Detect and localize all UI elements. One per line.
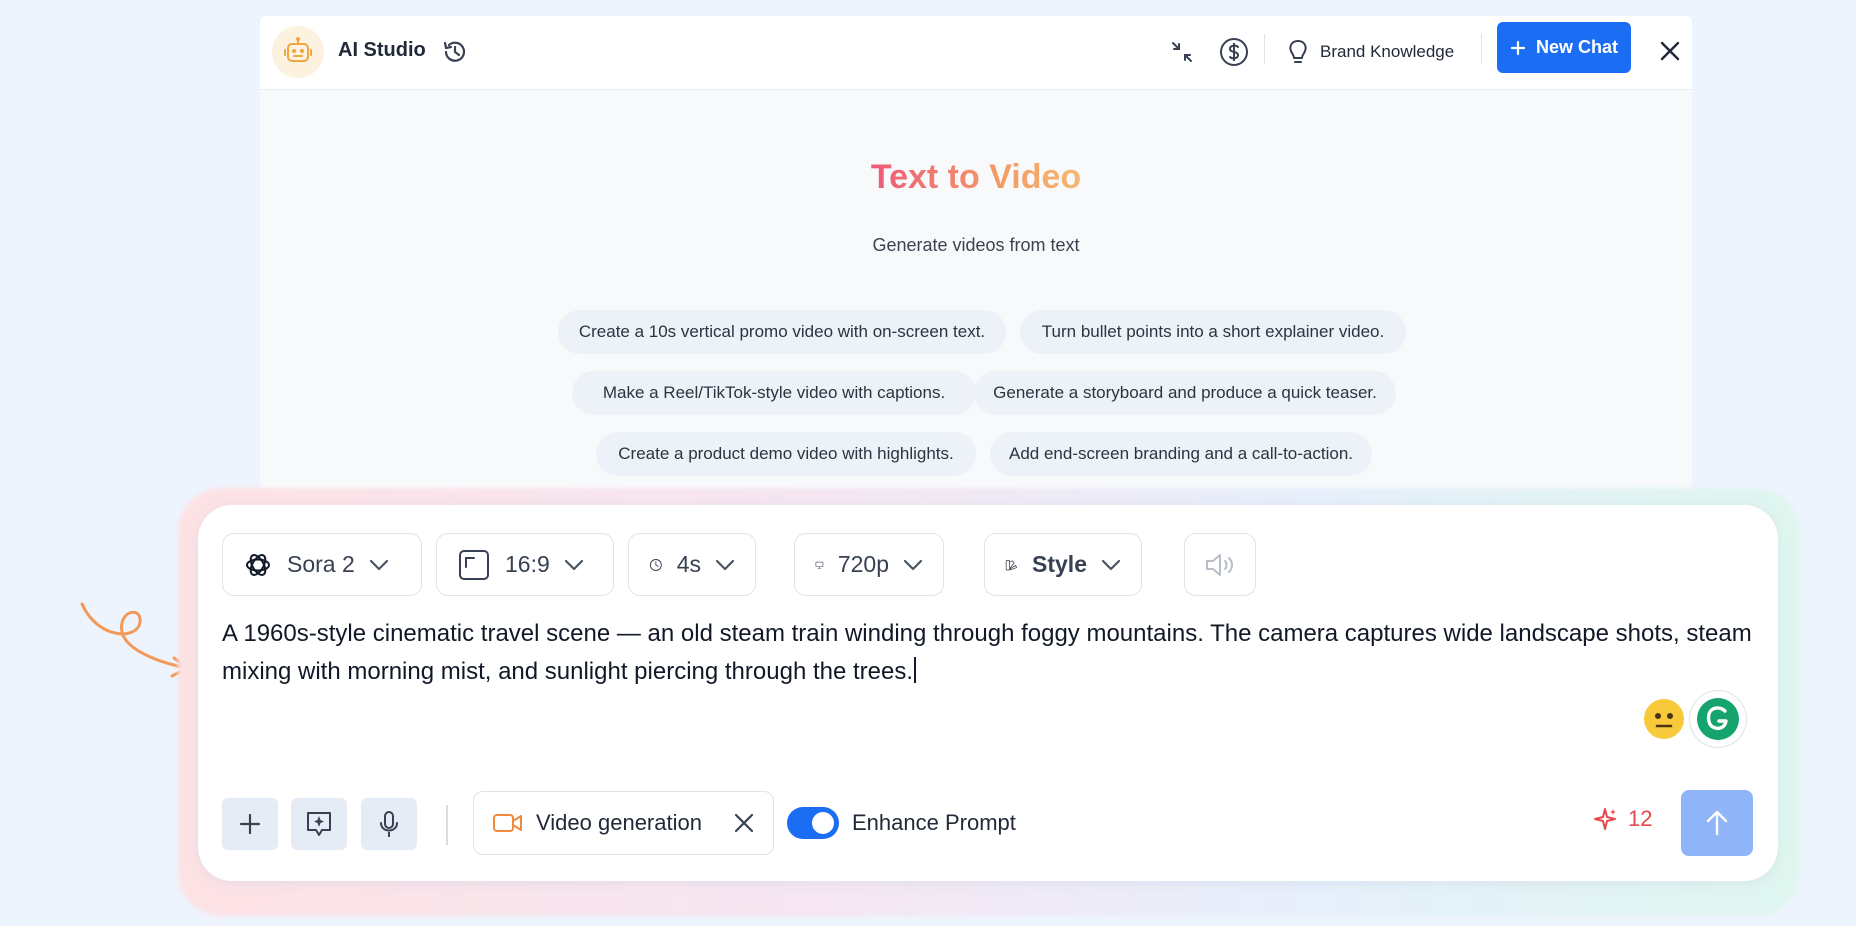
speaker-icon — [1206, 553, 1233, 576]
prompt-text: A 1960s-style cinematic travel scene — a… — [222, 620, 1752, 685]
remove-mode-icon[interactable] — [733, 812, 755, 834]
sparkle-chat-icon — [307, 812, 331, 836]
monitor-icon — [815, 561, 824, 569]
enhance-prompt-toggle[interactable] — [787, 807, 839, 839]
style-label: Style — [1032, 551, 1087, 577]
new-chat-button[interactable]: New Chat — [1497, 22, 1631, 73]
chevron-down-icon — [903, 559, 923, 571]
audio-toggle-button[interactable] — [1184, 533, 1256, 596]
composer: Sora 2 16:9 4s 720p Style A 1960s-style … — [198, 505, 1778, 881]
credits-value: 12 — [1628, 806, 1653, 831]
plus-icon — [239, 813, 261, 835]
suggestion-chip[interactable]: Create a product demo video with highlig… — [596, 432, 976, 476]
credits-counter: 12 — [1592, 806, 1652, 832]
toolbar-divider — [1481, 34, 1482, 64]
footer-divider — [446, 805, 448, 845]
aspect-ratio-icon — [459, 549, 489, 580]
brand-knowledge-label: Brand Knowledge — [1320, 42, 1455, 61]
sparkle-icon — [1594, 808, 1616, 830]
ai-studio-panel: AI Studio Brand Knowledge New Chat Text … — [260, 16, 1692, 536]
style-select[interactable]: Style — [984, 533, 1142, 596]
openai-icon — [246, 553, 270, 576]
suggestion-chip[interactable]: Create a 10s vertical promo video with o… — [558, 310, 1006, 354]
lightbulb-icon — [1289, 40, 1307, 63]
model-label: Sora 2 — [287, 551, 355, 577]
video-generation-label: Video generation — [536, 810, 702, 835]
enhance-prompt-label: Enhance Prompt — [852, 810, 1016, 835]
chevron-down-icon — [564, 559, 584, 571]
brand-knowledge-button[interactable]: Brand Knowledge — [1286, 33, 1454, 71]
duration-label: 4s — [676, 551, 701, 577]
resolution-label: 720p — [837, 551, 889, 577]
video-camera-icon — [493, 814, 522, 832]
add-attachment-button[interactable] — [222, 798, 278, 850]
voice-input-button[interactable] — [361, 798, 417, 850]
new-chat-label: New Chat — [1535, 37, 1618, 57]
collapse-icon[interactable] — [1165, 35, 1199, 69]
chevron-down-icon — [715, 559, 735, 571]
palette-icon — [1005, 559, 1017, 570]
grammarly-icon[interactable] — [1690, 691, 1746, 747]
suggestion-chip[interactable]: Generate a storyboard and produce a quic… — [974, 371, 1396, 415]
suggestion-chip[interactable]: Turn bullet points into a short explaine… — [1020, 310, 1406, 354]
plus-icon — [1510, 40, 1526, 55]
dollar-icon[interactable] — [1217, 35, 1251, 69]
close-icon[interactable] — [1652, 33, 1688, 69]
page-title: Text to Video — [870, 158, 1082, 196]
duration-select[interactable]: 4s — [628, 533, 756, 596]
text-caret — [914, 657, 917, 683]
chevron-down-icon — [1101, 559, 1121, 571]
prompt-input[interactable]: A 1960s-style cinematic travel scene — a… — [222, 615, 1752, 691]
page-subtitle: Generate videos from text — [872, 235, 1080, 255]
resolution-select[interactable]: 720p — [794, 533, 944, 596]
prompt-helper-button[interactable] — [291, 798, 347, 850]
video-generation-mode: Video generation — [473, 791, 774, 855]
clock-icon — [649, 558, 662, 571]
robot-icon — [272, 26, 324, 78]
send-button[interactable] — [1681, 790, 1753, 856]
top-bar: AI Studio Brand Knowledge New Chat — [260, 16, 1692, 90]
toolbar-divider — [1264, 34, 1265, 64]
aspect-ratio-label: 16:9 — [505, 551, 550, 577]
model-select[interactable]: Sora 2 — [222, 533, 422, 596]
history-icon[interactable] — [438, 35, 472, 69]
suggestion-chip[interactable]: Make a Reel/TikTok-style video with capt… — [572, 371, 976, 415]
microphone-icon — [380, 811, 398, 837]
chevron-down-icon — [369, 559, 389, 571]
arrow-up-icon — [1706, 810, 1728, 836]
suggestion-chip[interactable]: Add end-screen branding and a call-to-ac… — [990, 432, 1372, 476]
app-title: AI Studio — [338, 39, 426, 61]
neutral-face-icon[interactable] — [1644, 699, 1684, 739]
aspect-ratio-select[interactable]: 16:9 — [436, 533, 614, 596]
